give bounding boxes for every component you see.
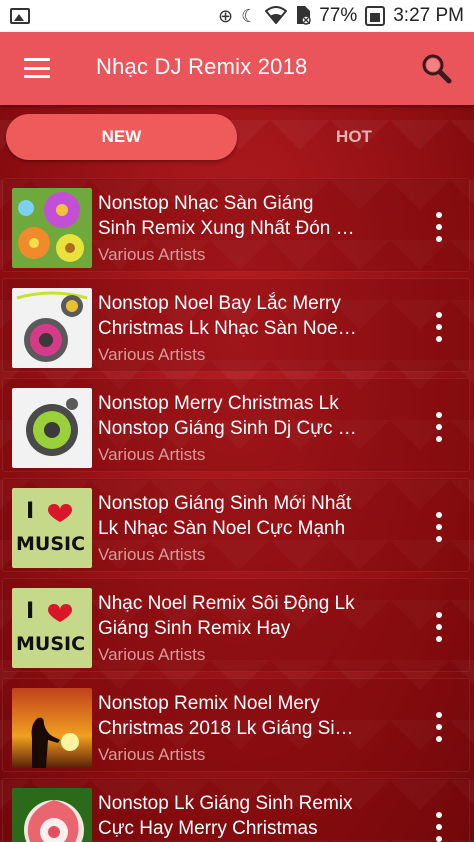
song-title: Nonstop Merry Christmas Lk Nonstop Giáng… xyxy=(98,393,357,439)
album-thumbnail xyxy=(12,288,92,368)
more-options-icon[interactable] xyxy=(429,512,449,542)
tab-bar: NEW HOT xyxy=(0,105,474,171)
album-thumbnail xyxy=(12,688,92,768)
song-title: Nhạc Noel Remix Sôi Động Lk Giáng Sinh R… xyxy=(98,593,355,639)
song-title: Nonstop Lk Giáng Sinh Remix Cực Hay Merr… xyxy=(98,793,353,839)
list-item[interactable]: I MUSIC Nhạc Noel Remix Sôi Động Lk Gián… xyxy=(2,578,470,672)
tab-new[interactable]: NEW xyxy=(6,114,237,160)
battery-percent: 77% xyxy=(319,5,358,26)
search-icon[interactable] xyxy=(420,52,452,84)
data-saver-icon: ⊕ xyxy=(217,6,234,26)
wifi-icon xyxy=(264,5,288,27)
song-title: Nonstop Nhạc Sàn Giáng Sinh Remix Xung N… xyxy=(98,193,355,239)
list-item[interactable]: Nonstop Noel Bay Lắc Merry Christmas Lk … xyxy=(2,278,470,372)
list-item[interactable]: Nonstop Remix Noel Mery Christmas 2018 L… xyxy=(2,678,470,772)
more-options-icon[interactable] xyxy=(429,712,449,742)
tab-hot[interactable]: HOT xyxy=(240,114,468,160)
svg-text:MUSIC: MUSIC xyxy=(16,533,85,555)
svg-text:MUSIC: MUSIC xyxy=(16,633,85,655)
song-artist: Various Artists xyxy=(98,545,206,564)
song-title: Nonstop Giáng Sinh Mới Nhất Lk Nhạc Sàn … xyxy=(98,493,352,539)
song-title: Nonstop Noel Bay Lắc Merry Christmas Lk … xyxy=(98,293,357,339)
song-artist: Various Artists xyxy=(98,745,206,764)
do-not-disturb-moon-icon: ☾ xyxy=(241,6,258,26)
album-thumbnail xyxy=(12,388,92,468)
svg-text:I: I xyxy=(26,599,34,624)
list-item[interactable]: Nonstop Merry Christmas Lk Nonstop Giáng… xyxy=(2,378,470,472)
song-artist: Various Artists xyxy=(98,445,206,464)
list-item[interactable]: Nonstop Lk Giáng Sinh Remix Cực Hay Merr… xyxy=(2,778,470,842)
song-title: Nonstop Remix Noel Mery Christmas 2018 L… xyxy=(98,693,354,739)
more-options-icon[interactable] xyxy=(429,212,449,242)
more-options-icon[interactable] xyxy=(429,812,449,842)
song-artist: Various Artists xyxy=(98,345,206,364)
more-options-icon[interactable] xyxy=(429,312,449,342)
list-item[interactable]: Nonstop Nhạc Sàn Giáng Sinh Remix Xung N… xyxy=(2,178,470,272)
album-thumbnail: I MUSIC xyxy=(12,588,92,668)
clock-time: 3:27 PM xyxy=(393,5,464,26)
more-options-icon[interactable] xyxy=(429,412,449,442)
gallery-icon xyxy=(10,8,30,24)
status-bar: ⊕ ☾ 77% 3:27 PM xyxy=(0,0,474,32)
battery-icon xyxy=(365,6,386,26)
more-options-icon[interactable] xyxy=(429,612,449,642)
app-bar: Nhạc DJ Remix 2018 xyxy=(0,32,474,105)
svg-text:I: I xyxy=(26,499,34,524)
list-item[interactable]: I MUSIC Nonstop Giáng Sinh Mới Nhất Lk N… xyxy=(2,478,470,572)
album-thumbnail xyxy=(12,788,92,842)
song-artist: Various Artists xyxy=(98,645,206,664)
sim-no-signal-icon xyxy=(295,5,311,28)
menu-icon[interactable] xyxy=(24,58,50,78)
album-thumbnail xyxy=(12,188,92,268)
album-thumbnail: I MUSIC xyxy=(12,488,92,568)
song-artist: Various Artists xyxy=(98,245,206,264)
page-title: Nhạc DJ Remix 2018 xyxy=(96,54,308,79)
